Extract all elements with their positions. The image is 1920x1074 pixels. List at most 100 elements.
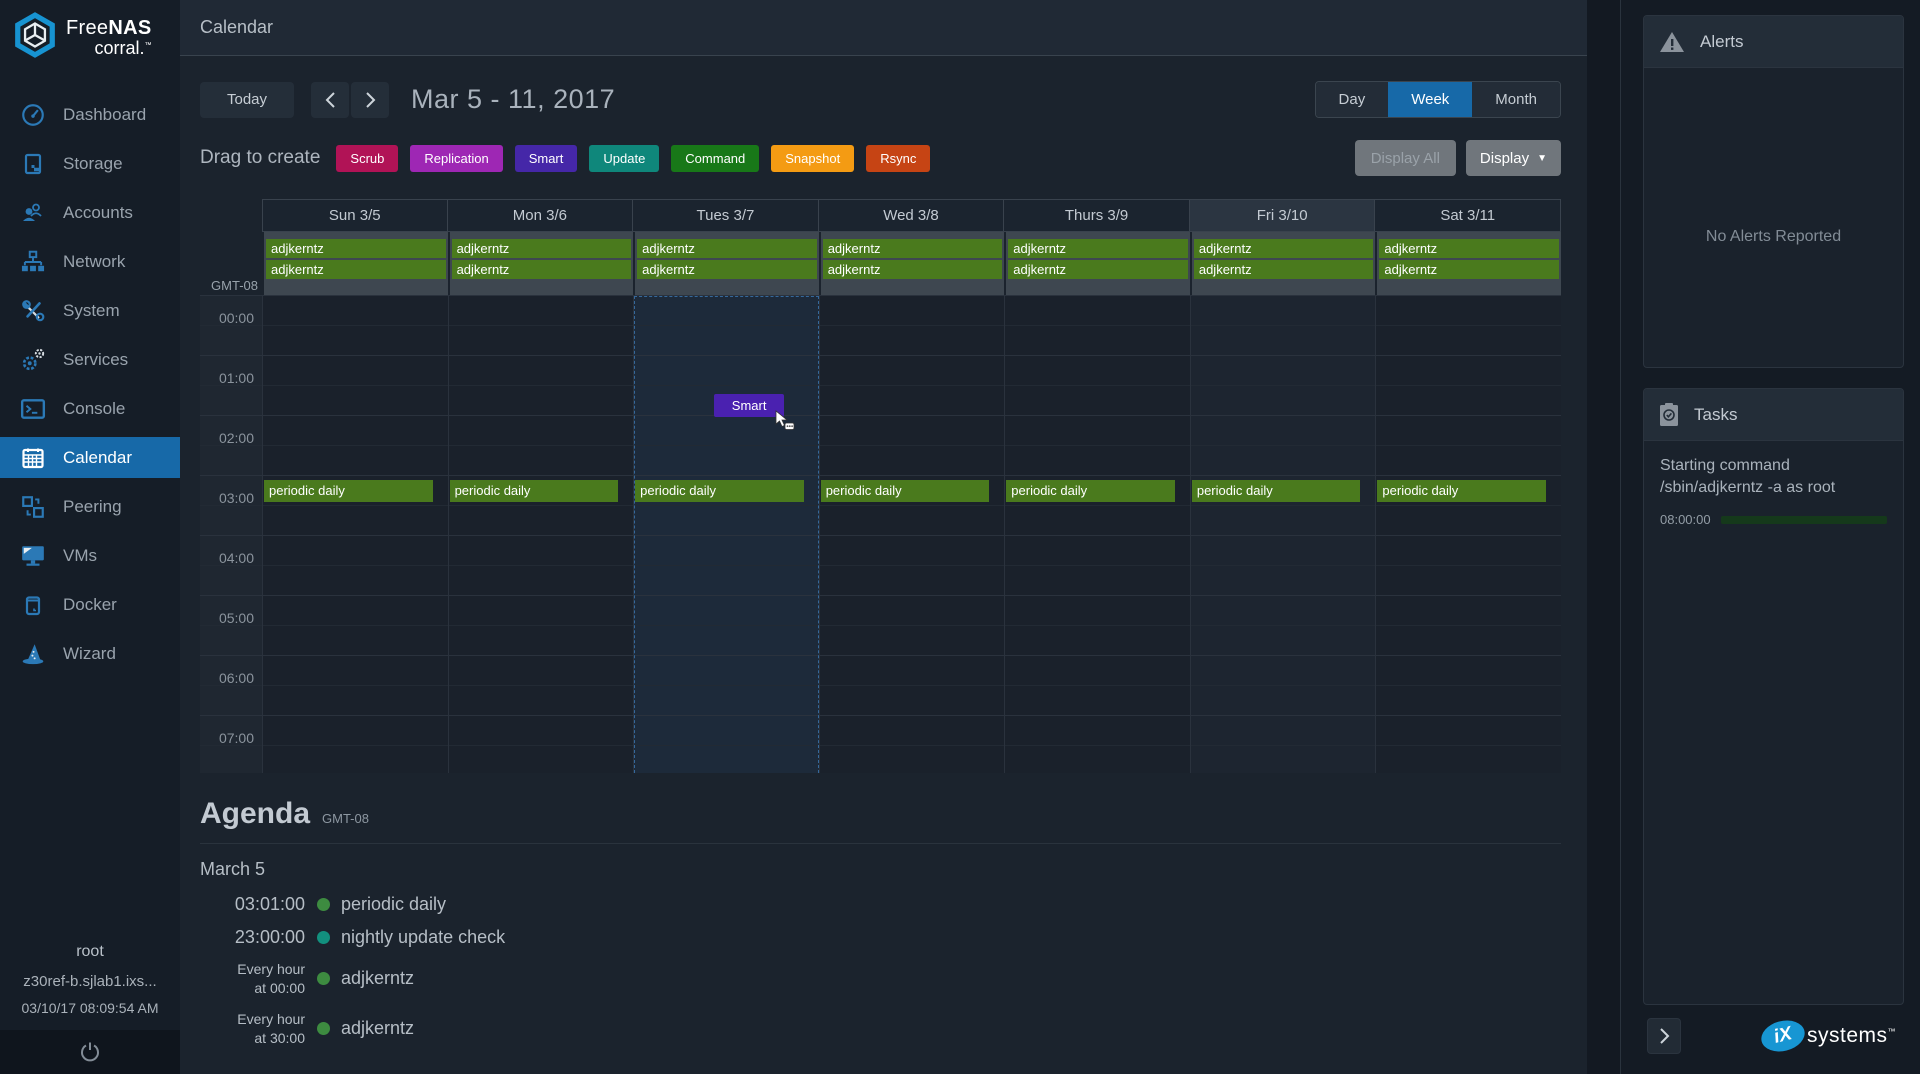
view-month-button[interactable]: Month (1472, 82, 1560, 117)
sidebar-nav: Dashboard Storage Accounts Network Syste… (0, 90, 180, 678)
chip-scrub[interactable]: Scrub (336, 144, 399, 172)
allday-cell-thurs[interactable]: adjkerntz adjkerntz (1006, 232, 1190, 295)
event-smart-dragging[interactable]: Smart (714, 394, 785, 417)
alerts-empty-message: No Alerts Reported (1705, 228, 1842, 245)
sidebar: FreeNAS corral.™ Dashboard Storage Accou… (0, 0, 180, 1074)
prev-week-button[interactable] (311, 81, 350, 118)
docker-icon (18, 592, 48, 618)
sidebar-item-console[interactable]: Console (0, 384, 180, 433)
agenda-timezone: GMT-08 (322, 811, 369, 826)
power-strip (0, 1030, 180, 1074)
hour-label: 00:00 (218, 310, 254, 326)
day-column-sat[interactable]: periodic daily (1375, 296, 1561, 773)
agenda-event-label[interactable]: adjkerntz (341, 968, 414, 989)
sidebar-item-vms[interactable]: VMs (0, 531, 180, 580)
agenda-row: 03:01:00 periodic daily (200, 894, 1561, 915)
network-icon (18, 249, 48, 275)
day-column-wed[interactable]: periodic daily (818, 296, 1005, 773)
allday-cell-wed[interactable]: adjkerntz adjkerntz (820, 232, 1005, 295)
allday-cell-fri[interactable]: adjkerntz adjkerntz (1191, 232, 1376, 295)
event-periodic-daily[interactable]: periodic daily (635, 480, 804, 502)
event-periodic-daily[interactable]: periodic daily (264, 480, 433, 502)
chevron-left-icon (325, 91, 335, 108)
allday-cell-mon[interactable]: adjkerntz adjkerntz (449, 232, 634, 295)
allday-event[interactable]: adjkerntz (266, 239, 446, 258)
event-periodic-daily[interactable]: periodic daily (820, 480, 990, 502)
hour-label: 05:00 (218, 610, 254, 626)
chip-snapshot[interactable]: Snapshot (771, 144, 855, 172)
sidebar-item-services[interactable]: Services (0, 335, 180, 384)
session-info: root z30ref-b.sjlab1.ixs... 03/10/17 08:… (0, 943, 180, 1016)
sidebar-item-calendar[interactable]: Calendar (0, 437, 180, 478)
timezone-label: GMT-08 (211, 278, 258, 293)
event-periodic-daily[interactable]: periodic daily (1377, 480, 1546, 502)
allday-event[interactable]: adjkerntz (822, 239, 1003, 258)
power-icon[interactable] (78, 1040, 102, 1064)
allday-event[interactable]: adjkerntz (1379, 260, 1559, 279)
view-week-button[interactable]: Week (1388, 82, 1473, 117)
next-week-button[interactable] (351, 81, 390, 118)
drag-to-create-bar: Drag to create Scrub Replication Smart U… (200, 140, 1561, 176)
allday-cell-sat[interactable]: adjkerntz adjkerntz (1377, 232, 1561, 295)
allday-cell-sun[interactable]: adjkerntz adjkerntz (264, 232, 448, 295)
allday-event[interactable]: adjkerntz (451, 260, 632, 279)
agenda-event-label[interactable]: adjkerntz (341, 1018, 414, 1039)
chevron-down-icon: ▼ (1537, 152, 1547, 164)
display-all-button[interactable]: Display All (1354, 140, 1456, 176)
accounts-icon (18, 200, 48, 226)
day-column-sun[interactable]: periodic daily (262, 296, 448, 773)
alert-triangle-icon (1660, 31, 1684, 52)
view-day-button[interactable]: Day (1315, 82, 1389, 117)
agenda-time: 23:00:00 (234, 927, 305, 947)
sidebar-item-accounts[interactable]: Accounts (0, 188, 180, 237)
wizard-icon (18, 641, 48, 667)
day-column-thurs[interactable]: periodic daily (1004, 296, 1190, 773)
sidebar-item-system[interactable]: System (0, 286, 180, 335)
vms-icon (18, 543, 48, 569)
allday-event[interactable]: adjkerntz (266, 260, 446, 279)
sidebar-item-label: Console (63, 398, 126, 418)
chip-command[interactable]: Command (671, 144, 760, 172)
allday-event[interactable]: adjkerntz (1008, 260, 1188, 279)
event-periodic-daily[interactable]: periodic daily (1006, 480, 1175, 502)
allday-event[interactable]: adjkerntz (1193, 260, 1374, 279)
agenda-time: Every hour at 30:00 (237, 1010, 305, 1046)
day-column-tues-selected[interactable]: Smart periodic daily (633, 296, 819, 773)
event-periodic-daily[interactable]: periodic daily (1191, 480, 1361, 502)
day-column-fri-today[interactable]: periodic daily (1189, 296, 1376, 773)
collapse-panel-button[interactable] (1647, 1018, 1681, 1054)
agenda-event-label[interactable]: periodic daily (341, 894, 446, 915)
sidebar-item-network[interactable]: Network (0, 237, 180, 286)
agenda-event-label[interactable]: nightly update check (341, 927, 505, 948)
allday-event[interactable]: adjkerntz (451, 239, 632, 258)
sidebar-item-docker[interactable]: Docker (0, 580, 180, 629)
display-dropdown-button[interactable]: Display ▼ (1465, 140, 1561, 176)
sidebar-item-wizard[interactable]: Wizard (0, 629, 180, 678)
ixsystems-logo: iX systems™ (1758, 1016, 1896, 1056)
drag-to-create-label: Drag to create (200, 147, 321, 168)
chevron-right-icon (365, 91, 375, 108)
allday-event[interactable]: adjkerntz (637, 260, 817, 279)
chip-replication[interactable]: Replication (410, 144, 503, 172)
sidebar-item-storage[interactable]: Storage (0, 139, 180, 188)
task-item: Starting command /sbin/adjkerntz -a as r… (1644, 441, 1903, 527)
event-periodic-daily[interactable]: periodic daily (449, 480, 619, 502)
tasks-clipboard-icon (1660, 402, 1678, 426)
session-datetime: 03/10/17 08:09:54 AM (21, 1000, 159, 1016)
allday-event[interactable]: adjkerntz (1008, 239, 1188, 258)
allday-event[interactable]: adjkerntz (1193, 239, 1374, 258)
chip-rsync[interactable]: Rsync (866, 144, 931, 172)
hour-label: 06:00 (218, 670, 254, 686)
today-button[interactable]: Today (200, 81, 295, 118)
agenda-title: Agenda (200, 797, 311, 830)
allday-event[interactable]: adjkerntz (1379, 239, 1559, 258)
chip-update[interactable]: Update (589, 144, 660, 172)
allday-cell-tues[interactable]: adjkerntz adjkerntz (635, 232, 819, 295)
sidebar-item-dashboard[interactable]: Dashboard (0, 90, 180, 139)
chip-smart[interactable]: Smart (514, 144, 578, 172)
allday-event[interactable]: adjkerntz (637, 239, 817, 258)
day-column-mon[interactable]: periodic daily (447, 296, 634, 773)
allday-event[interactable]: adjkerntz (822, 260, 1003, 279)
brand-sub: corral.™ (94, 38, 152, 58)
sidebar-item-peering[interactable]: Peering (0, 482, 180, 531)
